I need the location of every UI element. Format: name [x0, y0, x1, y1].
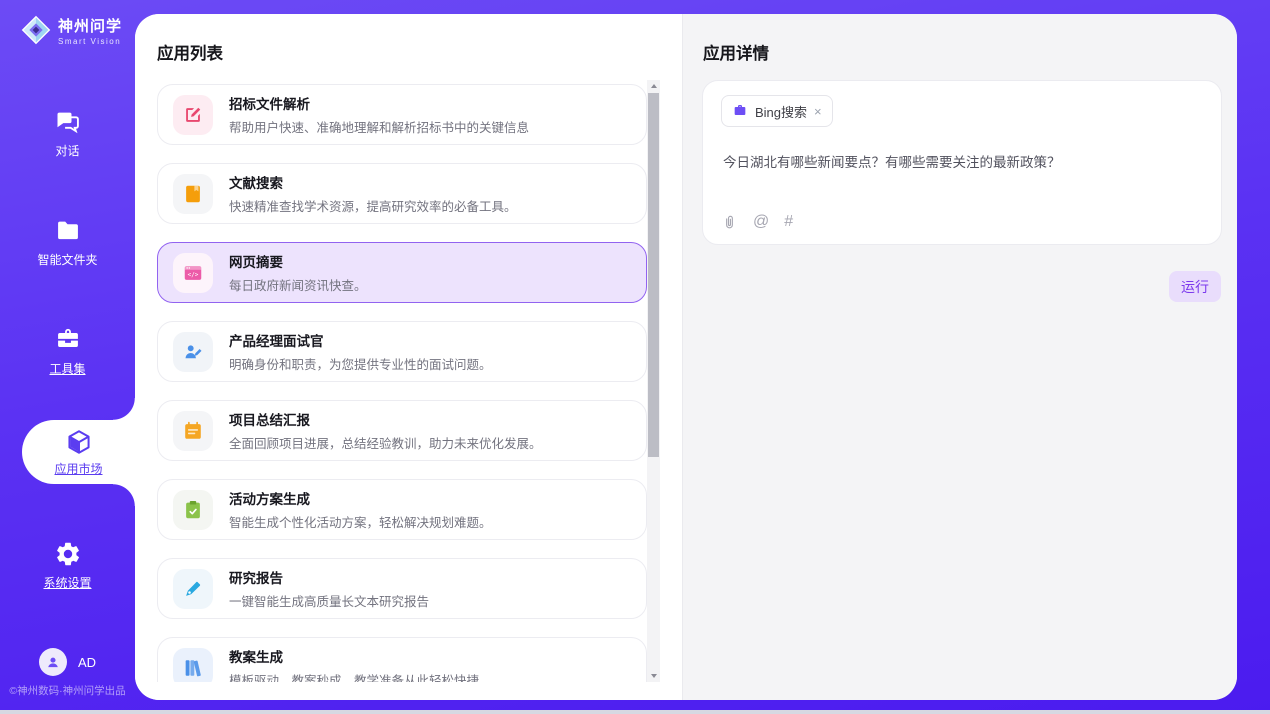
- sidebar-item-smart-folders[interactable]: 智能文件夹: [0, 217, 135, 268]
- scrollbar-down-arrow[interactable]: [647, 670, 660, 682]
- window-bottom-edge: [0, 710, 1270, 714]
- paperclip-icon[interactable]: [721, 214, 738, 231]
- app-card-literature-search[interactable]: 文献搜索 快速精准查找学术资源，提高研究效率的必备工具。: [157, 163, 647, 224]
- prompt-card: Bing搜索 × 今日湖北有哪些新闻要点？有哪些需要关注的最新政策？ @ #: [702, 80, 1222, 245]
- cube-icon: [65, 428, 93, 456]
- sidebar-item-label: 对话: [55, 142, 79, 159]
- app-icon-tile: [173, 411, 213, 451]
- logo: 神州问学 Smart Vision: [20, 14, 122, 46]
- books-icon: [182, 657, 204, 679]
- app-title: 教案生成: [229, 646, 479, 666]
- app-title: 产品经理面试官: [229, 330, 492, 350]
- app-card-project-summary[interactable]: 项目总结汇报 全面回顾项目进展，总结经验教训，助力未来优化发展。: [157, 400, 647, 461]
- avatar: [39, 648, 67, 676]
- interviewer-icon: [182, 341, 204, 363]
- clipboard-check-icon: [182, 499, 204, 521]
- pen-edit-icon: [182, 104, 204, 126]
- app-card-web-summary[interactable]: </> 网页摘要 每日政府新闻资讯快查。: [157, 242, 647, 303]
- tool-chip-bing-search[interactable]: Bing搜索 ×: [721, 95, 833, 127]
- sidebar-item-label: 应用市场: [54, 460, 102, 477]
- briefcase-icon: [732, 103, 748, 119]
- pen-nib-icon: [182, 578, 204, 600]
- logo-diamond-icon: [20, 14, 52, 46]
- app-title: 网页摘要: [229, 251, 367, 271]
- sidebar: 神州问学 Smart Vision 对话 智能文件夹 工具集: [0, 0, 135, 710]
- scrollbar-up-arrow[interactable]: [647, 80, 660, 92]
- app-card-research-report[interactable]: 研究报告 一键智能生成高质量长文本研究报告: [157, 558, 647, 619]
- close-icon[interactable]: ×: [814, 105, 822, 118]
- sidebar-footer: ©神州数码·神州问学出品: [0, 683, 135, 698]
- app-card-bid-document-analysis[interactable]: 招标文件解析 帮助用户快速、准确地理解和解析招标书中的关键信息: [157, 84, 647, 145]
- app-window: 神州问学 Smart Vision 对话 智能文件夹 工具集: [0, 0, 1270, 714]
- sidebar-item-label: 工具集: [49, 360, 85, 377]
- app-icon-tile: [173, 332, 213, 372]
- app-description: 智能生成个性化活动方案，轻松解决规划难题。: [229, 512, 492, 531]
- sidebar-item-app-market[interactable]: 应用市场: [22, 420, 135, 484]
- tool-chip-label: Bing搜索: [755, 102, 807, 121]
- app-description: 明确身份和职责，为您提供专业性的面试问题。: [229, 354, 492, 373]
- app-list-scrollbar[interactable]: [647, 80, 660, 682]
- folder-icon: [54, 217, 82, 245]
- app-description: 模板驱动，教案秒成，教学准备从此轻松快捷: [229, 670, 479, 682]
- app-icon-tile: [173, 648, 213, 683]
- person-icon: [44, 653, 62, 671]
- logo-title: 神州问学: [58, 15, 122, 36]
- app-list-title: 应用列表: [157, 40, 223, 64]
- prompt-text[interactable]: 今日湖北有哪些新闻要点？有哪些需要关注的最新政策？: [723, 151, 1201, 171]
- app-title: 活动方案生成: [229, 488, 492, 508]
- browser-code-icon: </>: [182, 262, 204, 284]
- book-icon: [182, 183, 204, 205]
- user-name: AD: [78, 655, 96, 670]
- app-icon-tile: </>: [173, 253, 213, 293]
- svg-text:</>: </>: [188, 271, 199, 278]
- user-profile[interactable]: AD: [0, 648, 135, 676]
- app-card-event-plan-generator[interactable]: 活动方案生成 智能生成个性化活动方案，轻松解决规划难题。: [157, 479, 647, 540]
- gear-icon: [54, 540, 82, 568]
- calendar-icon: [182, 420, 204, 442]
- app-description: 每日政府新闻资讯快查。: [229, 275, 367, 294]
- app-icon-tile: [173, 490, 213, 530]
- app-icon-tile: [173, 95, 213, 135]
- app-description: 快速精准查找学术资源，提高研究效率的必备工具。: [229, 196, 517, 215]
- app-title: 项目总结汇报: [229, 409, 542, 429]
- app-icon-tile: [173, 174, 213, 214]
- scrollbar-thumb[interactable]: [648, 93, 659, 457]
- chat-icon: [54, 108, 82, 136]
- main-content: 应用列表 招标文件解析 帮助用户快速、准确地理解和解析招标书中的关键信息: [135, 14, 1237, 700]
- sidebar-item-chat[interactable]: 对话: [0, 108, 135, 159]
- app-card-lesson-plan-generator[interactable]: 教案生成 模板驱动，教案秒成，教学准备从此轻松快捷: [157, 637, 647, 682]
- at-icon[interactable]: @: [753, 213, 769, 231]
- sidebar-item-settings[interactable]: 系统设置: [0, 540, 135, 591]
- sidebar-item-label: 系统设置: [43, 574, 91, 591]
- app-title: 招标文件解析: [229, 93, 529, 113]
- app-description: 一键智能生成高质量长文本研究报告: [229, 591, 429, 610]
- logo-subtitle: Smart Vision: [58, 37, 122, 46]
- app-detail-panel: 应用详情 Bing搜索 × 今日湖北有哪些新闻要点？有哪些需要关注的最新政策？ …: [683, 14, 1237, 700]
- app-detail-title: 应用详情: [703, 40, 769, 64]
- app-title: 研究报告: [229, 567, 429, 587]
- app-list: 招标文件解析 帮助用户快速、准确地理解和解析招标书中的关键信息 文献搜索 快速精…: [157, 84, 647, 682]
- app-title: 文献搜索: [229, 172, 517, 192]
- app-description: 全面回顾项目进展，总结经验教训，助力未来优化发展。: [229, 433, 542, 452]
- app-description: 帮助用户快速、准确地理解和解析招标书中的关键信息: [229, 117, 529, 136]
- app-icon-tile: [173, 569, 213, 609]
- hash-icon[interactable]: #: [784, 213, 793, 231]
- sidebar-item-label: 智能文件夹: [37, 251, 97, 268]
- toolbox-icon: [54, 326, 82, 354]
- app-card-pm-interviewer[interactable]: 产品经理面试官 明确身份和职责，为您提供专业性的面试问题。: [157, 321, 647, 382]
- sidebar-item-toolset[interactable]: 工具集: [0, 326, 135, 377]
- run-button[interactable]: 运行: [1169, 271, 1221, 302]
- app-list-panel: 应用列表 招标文件解析 帮助用户快速、准确地理解和解析招标书中的关键信息: [135, 14, 683, 700]
- composer-toolbar: @ #: [721, 213, 793, 231]
